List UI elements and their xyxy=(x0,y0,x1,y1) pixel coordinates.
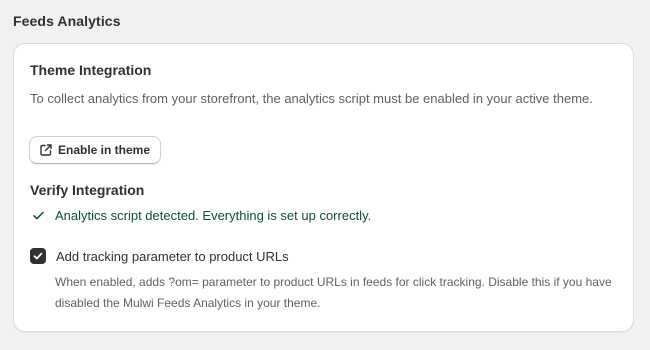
verification-status: Analytics script detected. Everything is… xyxy=(32,208,371,223)
tracking-parameter-help-text: When enabled, adds ?om= parameter to pro… xyxy=(55,275,612,310)
verify-integration-heading: Verify Integration xyxy=(30,182,145,198)
analytics-card: Theme Integration To collect analytics f… xyxy=(13,43,634,332)
tracking-parameter-checkbox[interactable] xyxy=(30,248,46,264)
enable-in-theme-label: Enable in theme xyxy=(58,143,151,157)
feeds-analytics-page: Feeds Analytics Theme Integration To col… xyxy=(0,0,650,350)
page-title: Feeds Analytics xyxy=(13,13,121,29)
theme-integration-description: To collect analytics from your storefron… xyxy=(30,91,593,106)
tracking-parameter-label[interactable]: Add tracking parameter to product URLs xyxy=(56,249,289,264)
verification-status-text: Analytics script detected. Everything is… xyxy=(55,208,372,223)
checkmark-icon xyxy=(32,209,45,222)
tracking-parameter-option: Add tracking parameter to product URLs xyxy=(30,248,289,264)
theme-integration-heading: Theme Integration xyxy=(30,62,152,78)
enable-in-theme-button[interactable]: Enable in theme xyxy=(29,136,162,164)
external-link-icon xyxy=(39,143,53,157)
checkbox-check-icon xyxy=(33,252,43,260)
